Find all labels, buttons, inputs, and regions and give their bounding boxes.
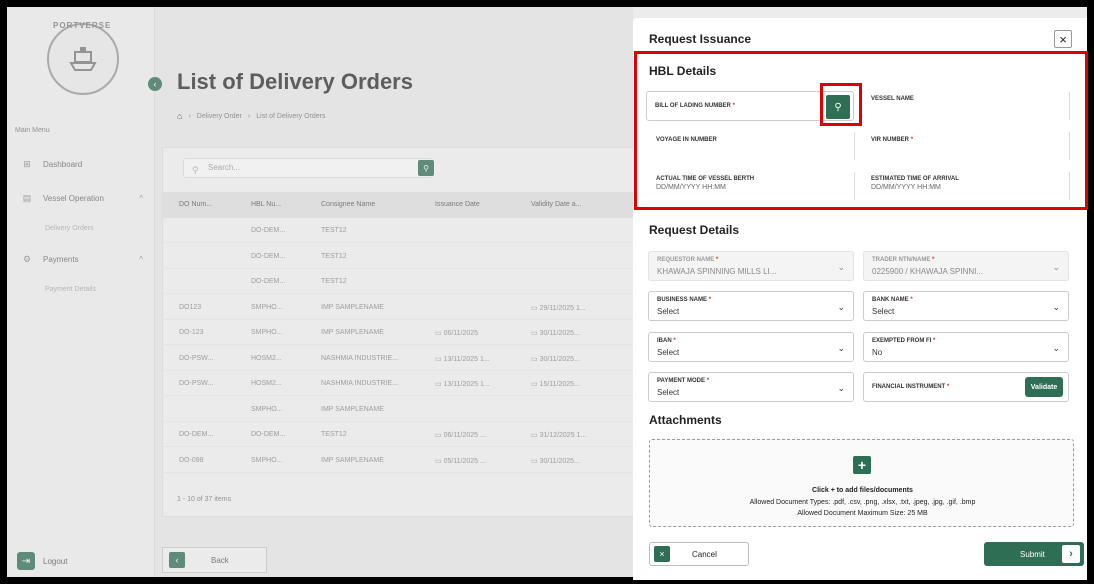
field-label: EXEMPTED FROM FI *	[872, 338, 935, 344]
hbl-details-highlight	[634, 51, 1088, 210]
chevron-down-icon: ⌄	[1052, 302, 1060, 312]
modal-backdrop	[7, 7, 633, 577]
payment-mode-select[interactable]: PAYMENT MODE * Select ⌄	[648, 372, 854, 402]
validate-button[interactable]: Validate	[1025, 377, 1063, 397]
close-icon: ×	[654, 546, 670, 562]
field-value: Select	[872, 307, 895, 316]
field-value: Select	[657, 388, 680, 397]
submit-button[interactable]: Submit ›	[984, 542, 1084, 566]
field-value: Select	[657, 307, 680, 316]
field-label: REQUESTOR NAME *	[657, 257, 718, 263]
field-label: TRADER NTN/NAME *	[872, 257, 934, 263]
iban-select[interactable]: IBAN * Select ⌄	[648, 332, 854, 362]
modal-title: Request Issuance	[649, 32, 752, 46]
submit-label: Submit	[1020, 549, 1045, 559]
trader-ntn-field: TRADER NTN/NAME * 0225900 / KHAWAJA SPIN…	[863, 251, 1069, 281]
field-label: IBAN *	[657, 338, 676, 344]
field-label-text: IBAN	[657, 338, 672, 344]
required-mark: *	[946, 384, 950, 390]
required-mark: *	[673, 338, 676, 344]
field-label-text: TRADER NTN/NAME	[872, 257, 931, 263]
field-label-text: FINANCIAL INSTRUMENT	[872, 384, 946, 390]
arrow-right-icon: ›	[1062, 545, 1080, 563]
field-label-text: PAYMENT MODE	[657, 378, 706, 384]
chevron-down-icon: ⌄	[837, 262, 845, 272]
field-label-text: BANK NAME	[872, 297, 909, 303]
file-dropzone[interactable]: + Click + to add files/documents Allowed…	[649, 439, 1074, 527]
required-mark: *	[715, 257, 719, 263]
dropzone-instruction: Click + to add files/documents	[812, 487, 913, 494]
field-value: Select	[657, 348, 680, 357]
request-section-title: Request Details	[649, 223, 740, 237]
requestor-name-field: REQUESTOR NAME * KHAWAJA SPINNING MILLS …	[648, 251, 854, 281]
add-file-icon[interactable]: +	[853, 456, 871, 474]
required-mark: *	[708, 297, 712, 303]
field-label-text: EXEMPTED FROM FI	[872, 338, 932, 344]
field-label: BANK NAME *	[872, 297, 913, 303]
field-label-text: REQUESTOR NAME	[657, 257, 715, 263]
field-value: 0225900 / KHAWAJA SPINNI...	[872, 267, 984, 276]
field-label: FINANCIAL INSTRUMENT *	[872, 384, 949, 390]
required-mark: *	[932, 257, 935, 263]
dropzone-allowed-types: Allowed Document Types: .pdf, .csv, .png…	[749, 499, 976, 506]
required-mark: *	[910, 297, 913, 303]
field-value: KHAWAJA SPINNING MILLS LI...	[657, 267, 777, 276]
close-icon[interactable]: ×	[1054, 30, 1072, 48]
dropzone-max-size: Allowed Document Maximum Size: 25 MB	[797, 510, 928, 517]
bank-name-select[interactable]: BANK NAME * Select ⌄	[863, 291, 1069, 321]
chevron-down-icon: ⌄	[837, 302, 845, 312]
field-value: No	[872, 348, 883, 357]
search-button-highlight	[820, 83, 862, 126]
chevron-down-icon: ⌄	[1052, 343, 1060, 353]
attachments-section-title: Attachments	[649, 413, 722, 427]
exempted-from-fi-select[interactable]: EXEMPTED FROM FI * No ⌄	[863, 332, 1069, 362]
field-label: BUSINESS NAME *	[657, 297, 711, 303]
field-label: PAYMENT MODE *	[657, 378, 709, 384]
required-mark: *	[933, 338, 936, 344]
chevron-down-icon: ⌄	[1052, 262, 1060, 272]
cancel-label: Cancel	[692, 549, 717, 559]
chevron-down-icon: ⌄	[837, 383, 845, 393]
business-name-select[interactable]: BUSINESS NAME * Select ⌄	[648, 291, 854, 321]
field-label-text: BUSINESS NAME	[657, 297, 708, 303]
chevron-down-icon: ⌄	[837, 343, 845, 353]
required-mark: *	[706, 378, 710, 384]
cancel-button[interactable]: × Cancel	[649, 542, 749, 566]
